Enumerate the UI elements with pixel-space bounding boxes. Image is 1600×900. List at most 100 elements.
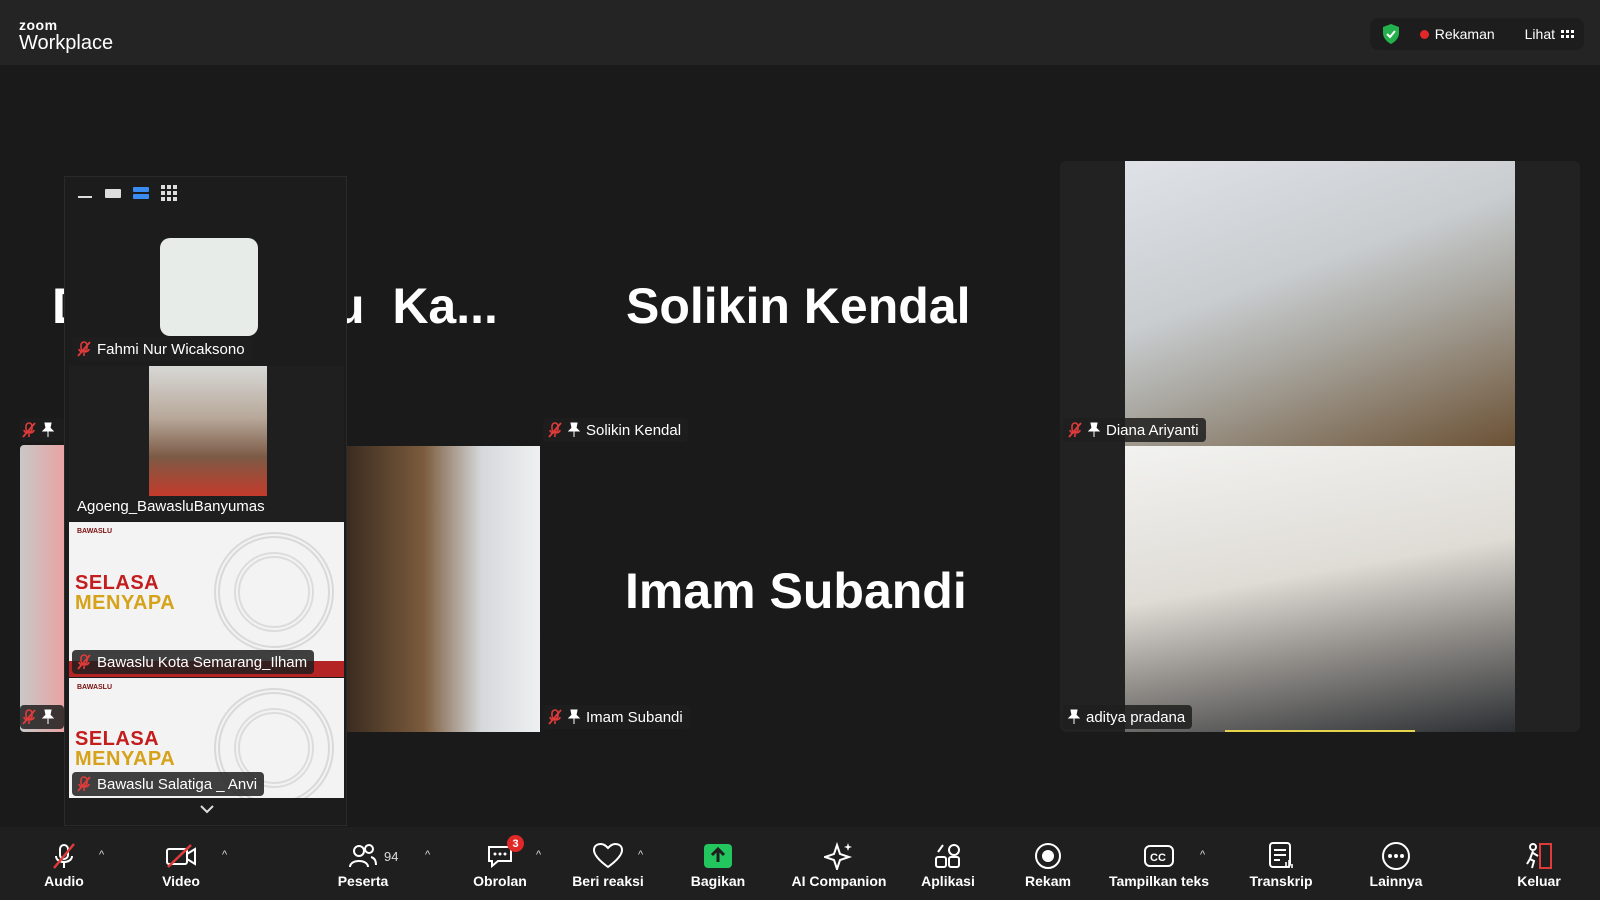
panel-participant-fahmi[interactable]: Fahmi Nur Wicaksono [69, 210, 344, 365]
leave-icon [1524, 841, 1554, 871]
participant-name: Imam Subandi [586, 708, 683, 726]
speaking-indicator [1225, 730, 1415, 732]
record-icon [1034, 841, 1062, 871]
react-options-chevron-icon[interactable]: ^ [638, 849, 643, 861]
transcript-button[interactable]: Transkrip [1226, 841, 1336, 889]
participant-big-name-ka: u Ka... [334, 278, 498, 334]
recording-dot-icon [1419, 29, 1429, 39]
pin-icon [567, 422, 581, 438]
muted-mic-icon [1068, 422, 1082, 438]
audio-label: Audio [44, 873, 84, 889]
apps-label: Aplikasi [921, 873, 975, 889]
recording-label[interactable]: Rekaman [1435, 26, 1495, 42]
apps-icon [934, 841, 962, 871]
top-bar: zoom Workplace Rekaman Lihat [0, 0, 1600, 65]
share-button[interactable]: Bagikan [663, 841, 773, 889]
leave-button[interactable]: Keluar [1484, 841, 1594, 889]
pin-icon [1067, 709, 1081, 725]
name-tag-diana: Diana Ariyanti [1063, 418, 1206, 442]
name-tag-partial-top [20, 418, 64, 442]
participant-name: aditya pradana [1086, 708, 1186, 726]
fingerprint-decoration [234, 552, 314, 632]
video-feed-partial[interactable] [346, 446, 540, 732]
participant-name: Bawaslu Kota Semarang_Ilham [97, 653, 308, 671]
captions-options-chevron-icon[interactable]: ^ [1200, 849, 1205, 861]
react-button[interactable]: Beri reaksi [553, 841, 663, 889]
name-tag-partial-bottom [20, 705, 64, 729]
bawaslu-logo: BAWASLU [77, 528, 112, 535]
participant-big-name-solikin: Solikin Kendal [626, 278, 971, 334]
floating-video-panel[interactable]: Fahmi Nur Wicaksono Agoeng_BawasluBanyum… [64, 176, 347, 826]
chat-options-chevron-icon[interactable]: ^ [536, 849, 541, 861]
participant-name: Diana Ariyanti [1106, 421, 1199, 439]
name-tag-aditya: aditya pradana [1063, 705, 1193, 729]
panel-toolbar [65, 177, 346, 209]
name-tag-salatiga: Bawaslu Salatiga _ Anvi [72, 772, 265, 796]
participant-name: Solikin Kendal [586, 421, 682, 439]
pin-icon [41, 709, 55, 725]
transcript-icon [1268, 841, 1294, 871]
avatar [160, 238, 258, 336]
participants-icon [349, 841, 377, 871]
muted-mic-icon [50, 841, 78, 871]
more-button[interactable]: Lainnya [1341, 841, 1451, 889]
participant-name: Bawaslu Salatiga _ Anvi [97, 775, 258, 793]
participants-options-chevron-icon[interactable]: ^ [425, 849, 430, 861]
view-button[interactable]: Lihat [1525, 26, 1555, 42]
ai-companion-label: AI Companion [791, 873, 887, 889]
participants-count: 94 [384, 849, 399, 864]
participants-button[interactable]: Peserta [308, 841, 418, 889]
pin-icon [1087, 422, 1101, 438]
muted-mic-icon [22, 422, 36, 438]
chat-unread-badge: 3 [507, 835, 524, 852]
name-tag-fahmi: Fahmi Nur Wicaksono [72, 337, 252, 361]
participants-label: Peserta [337, 873, 389, 889]
participant-big-name-imam: Imam Subandi [625, 563, 967, 619]
record-button[interactable]: Rekam [993, 841, 1103, 889]
audio-options-chevron-icon[interactable]: ^ [99, 849, 104, 861]
more-options-icon [1381, 841, 1411, 871]
grid-view-icon[interactable] [161, 185, 177, 201]
react-label: Beri reaksi [572, 873, 644, 889]
ai-companion-button[interactable]: AI Companion [784, 841, 894, 889]
participant-name: Agoeng_BawasluBanyumas [77, 497, 265, 515]
participant-tile-diana[interactable] [1060, 161, 1580, 447]
gallery-view-icon[interactable] [1561, 30, 1574, 38]
leave-label: Keluar [1517, 873, 1561, 889]
name-tag-semarang: Bawaslu Kota Semarang_Ilham [72, 650, 315, 674]
transcript-label: Transkrip [1249, 873, 1313, 889]
more-label: Lainnya [1369, 873, 1423, 889]
minimize-panel-icon[interactable] [77, 186, 93, 200]
share-label: Bagikan [690, 873, 746, 889]
apps-button[interactable]: Aplikasi [893, 841, 1003, 889]
pin-icon [567, 709, 581, 725]
single-view-icon[interactable] [105, 186, 121, 200]
panel-participant-agoeng[interactable]: Agoeng_BawasluBanyumas [69, 366, 344, 521]
video-thumbnail-partial [20, 445, 64, 732]
sparkle-icon [824, 841, 854, 871]
video-label: Video [162, 873, 200, 889]
scroll-down-chevron-icon[interactable] [65, 801, 348, 817]
video-options-chevron-icon[interactable]: ^ [222, 849, 227, 861]
encryption-shield-icon[interactable] [1380, 22, 1402, 46]
strip-view-icon[interactable] [133, 186, 149, 200]
share-screen-icon [703, 841, 733, 871]
banner-line-2: MENYAPA [75, 748, 176, 770]
muted-mic-icon [77, 341, 91, 357]
video-feed-diana [1125, 161, 1515, 447]
panel-participant-semarang[interactable]: BAWASLU SELASA MENYAPA Bawaslu Kota Sema… [69, 522, 344, 677]
muted-mic-icon [548, 422, 562, 438]
panel-participant-salatiga[interactable]: BAWASLU SELASA MENYAPA Bawaslu Salatiga … [69, 678, 344, 798]
zoom-workplace-logo: zoom Workplace [19, 18, 113, 53]
participant-name: Fahmi Nur Wicaksono [97, 340, 245, 358]
captions-label: Tampilkan teks [1108, 873, 1210, 889]
meeting-toolbar: Audio ^ Video ^ Peserta 94 ^ 3 Obrolan ^… [0, 827, 1600, 900]
chat-icon: 3 [486, 835, 524, 871]
participant-tile-aditya[interactable] [1060, 446, 1580, 732]
banner-line-2: MENYAPA [75, 592, 176, 614]
name-tag-solikin: Solikin Kendal [543, 418, 689, 442]
video-button[interactable]: Video [126, 841, 236, 889]
video-off-icon [165, 841, 197, 871]
pin-icon [41, 422, 55, 438]
svg-text:CC: CC [1150, 852, 1166, 864]
